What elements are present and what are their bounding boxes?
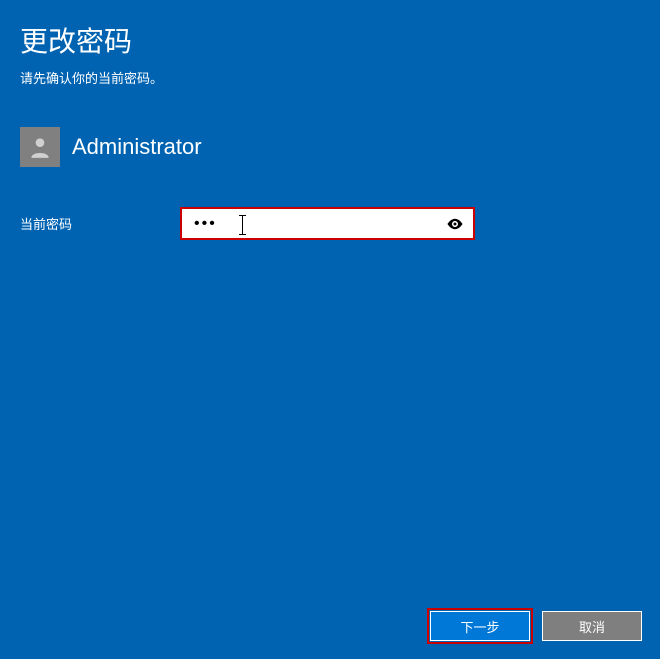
user-row: Administrator <box>20 127 640 167</box>
page-title: 更改密码 <box>20 20 640 60</box>
password-label: 当前密码 <box>20 214 170 233</box>
reveal-password-button[interactable] <box>437 209 473 238</box>
button-bar: 下一步 取消 <box>430 611 642 641</box>
eye-icon <box>446 215 464 233</box>
password-input-wrapper <box>180 207 475 240</box>
avatar <box>20 127 60 167</box>
next-button[interactable]: 下一步 <box>430 611 530 641</box>
cancel-button[interactable]: 取消 <box>542 611 642 641</box>
person-icon <box>27 134 53 160</box>
page-subtitle: 请先确认你的当前密码。 <box>20 68 640 87</box>
password-field-row: 当前密码 <box>20 207 640 240</box>
current-password-input[interactable] <box>182 209 437 238</box>
username: Administrator <box>72 134 202 160</box>
